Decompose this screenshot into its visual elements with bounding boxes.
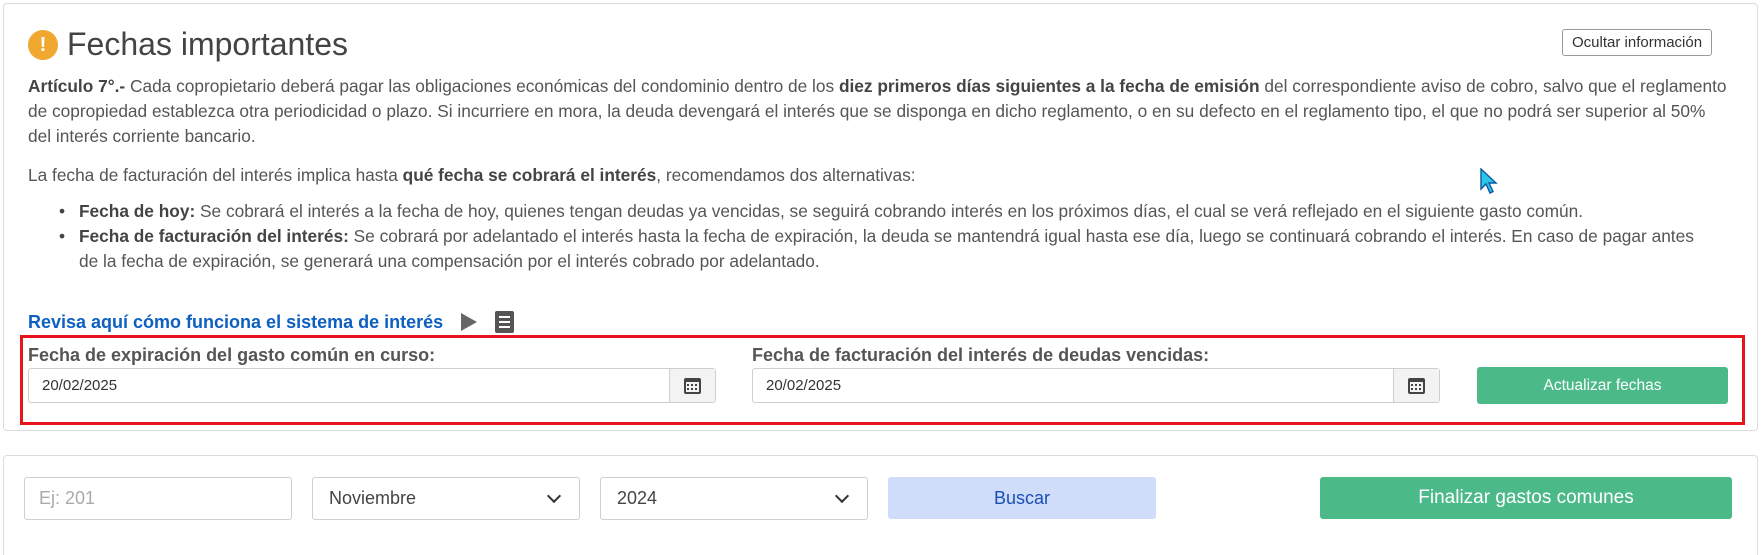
finish-common-expenses-button[interactable]: Finalizar gastos comunes [1320,477,1732,519]
expiration-date-input[interactable]: 20/02/2025 [29,369,669,402]
article-paragraph: Artículo 7°.- Cada copropietario deberá … [28,74,1728,149]
month-select[interactable]: Noviembre [312,477,580,520]
billing-text-1: La fecha de facturación del interés impl… [28,165,403,185]
chevron-down-icon [546,488,562,504]
billing-date-label: Fecha de facturación del interés de deud… [752,345,1210,365]
expiration-date-field[interactable]: 20/02/2025 [28,368,716,403]
alternatives-list: Fecha de hoy: Se cobrará el interés a la… [56,199,1716,274]
billing-date-input[interactable]: 20/02/2025 [753,369,1393,402]
billing-text-2: , recomendamos dos alternativas: [656,165,916,185]
update-dates-button[interactable]: Actualizar fechas [1477,367,1728,404]
hide-info-button[interactable]: Ocultar información [1562,29,1713,56]
list-item: Fecha de hoy: Se cobrará el interés a la… [56,199,1716,224]
billing-emphasis: qué fecha se cobrará el interés [402,165,657,185]
month-select-value: Noviembre [329,488,417,508]
play-icon[interactable] [461,313,478,331]
calendar-icon [1408,377,1425,394]
article-heading: Artículo 7°.- [28,76,126,96]
help-link-row: Revisa aquí cómo funciona el sistema de … [28,311,515,333]
list-item: Fecha de facturación del interés: Se cob… [56,224,1716,274]
year-select-value: 2024 [617,488,658,508]
billing-calendar-button[interactable] [1393,369,1439,402]
calendar-icon [684,377,701,394]
bullet-title: Fecha de facturación del interés: [79,226,349,246]
search-button[interactable]: Buscar [888,477,1156,519]
article-emphasis: diez primeros días siguientes a la fecha… [838,76,1260,96]
expiration-date-label: Fecha de expiración del gasto común en c… [28,345,436,365]
bullet-text: Se cobrará el interés a la fecha de hoy,… [195,201,1584,221]
book-icon[interactable] [495,311,515,333]
interest-help-link[interactable]: Revisa aquí cómo funciona el sistema de … [28,312,443,333]
year-select[interactable]: 2024 [600,477,868,520]
expiration-calendar-button[interactable] [669,369,715,402]
article-text-1: Cada copropietario deberá pagar las obli… [125,76,839,96]
unit-search-input[interactable]: Ej: 201 [24,477,292,520]
billing-explanation: La fecha de facturación del interés impl… [28,163,1728,188]
page-title: Fechas importantes [67,26,349,62]
bullet-title: Fecha de hoy: [79,201,196,221]
chevron-down-icon [834,488,850,504]
warning-icon: ! [28,30,58,60]
billing-date-field[interactable]: 20/02/2025 [752,368,1440,403]
